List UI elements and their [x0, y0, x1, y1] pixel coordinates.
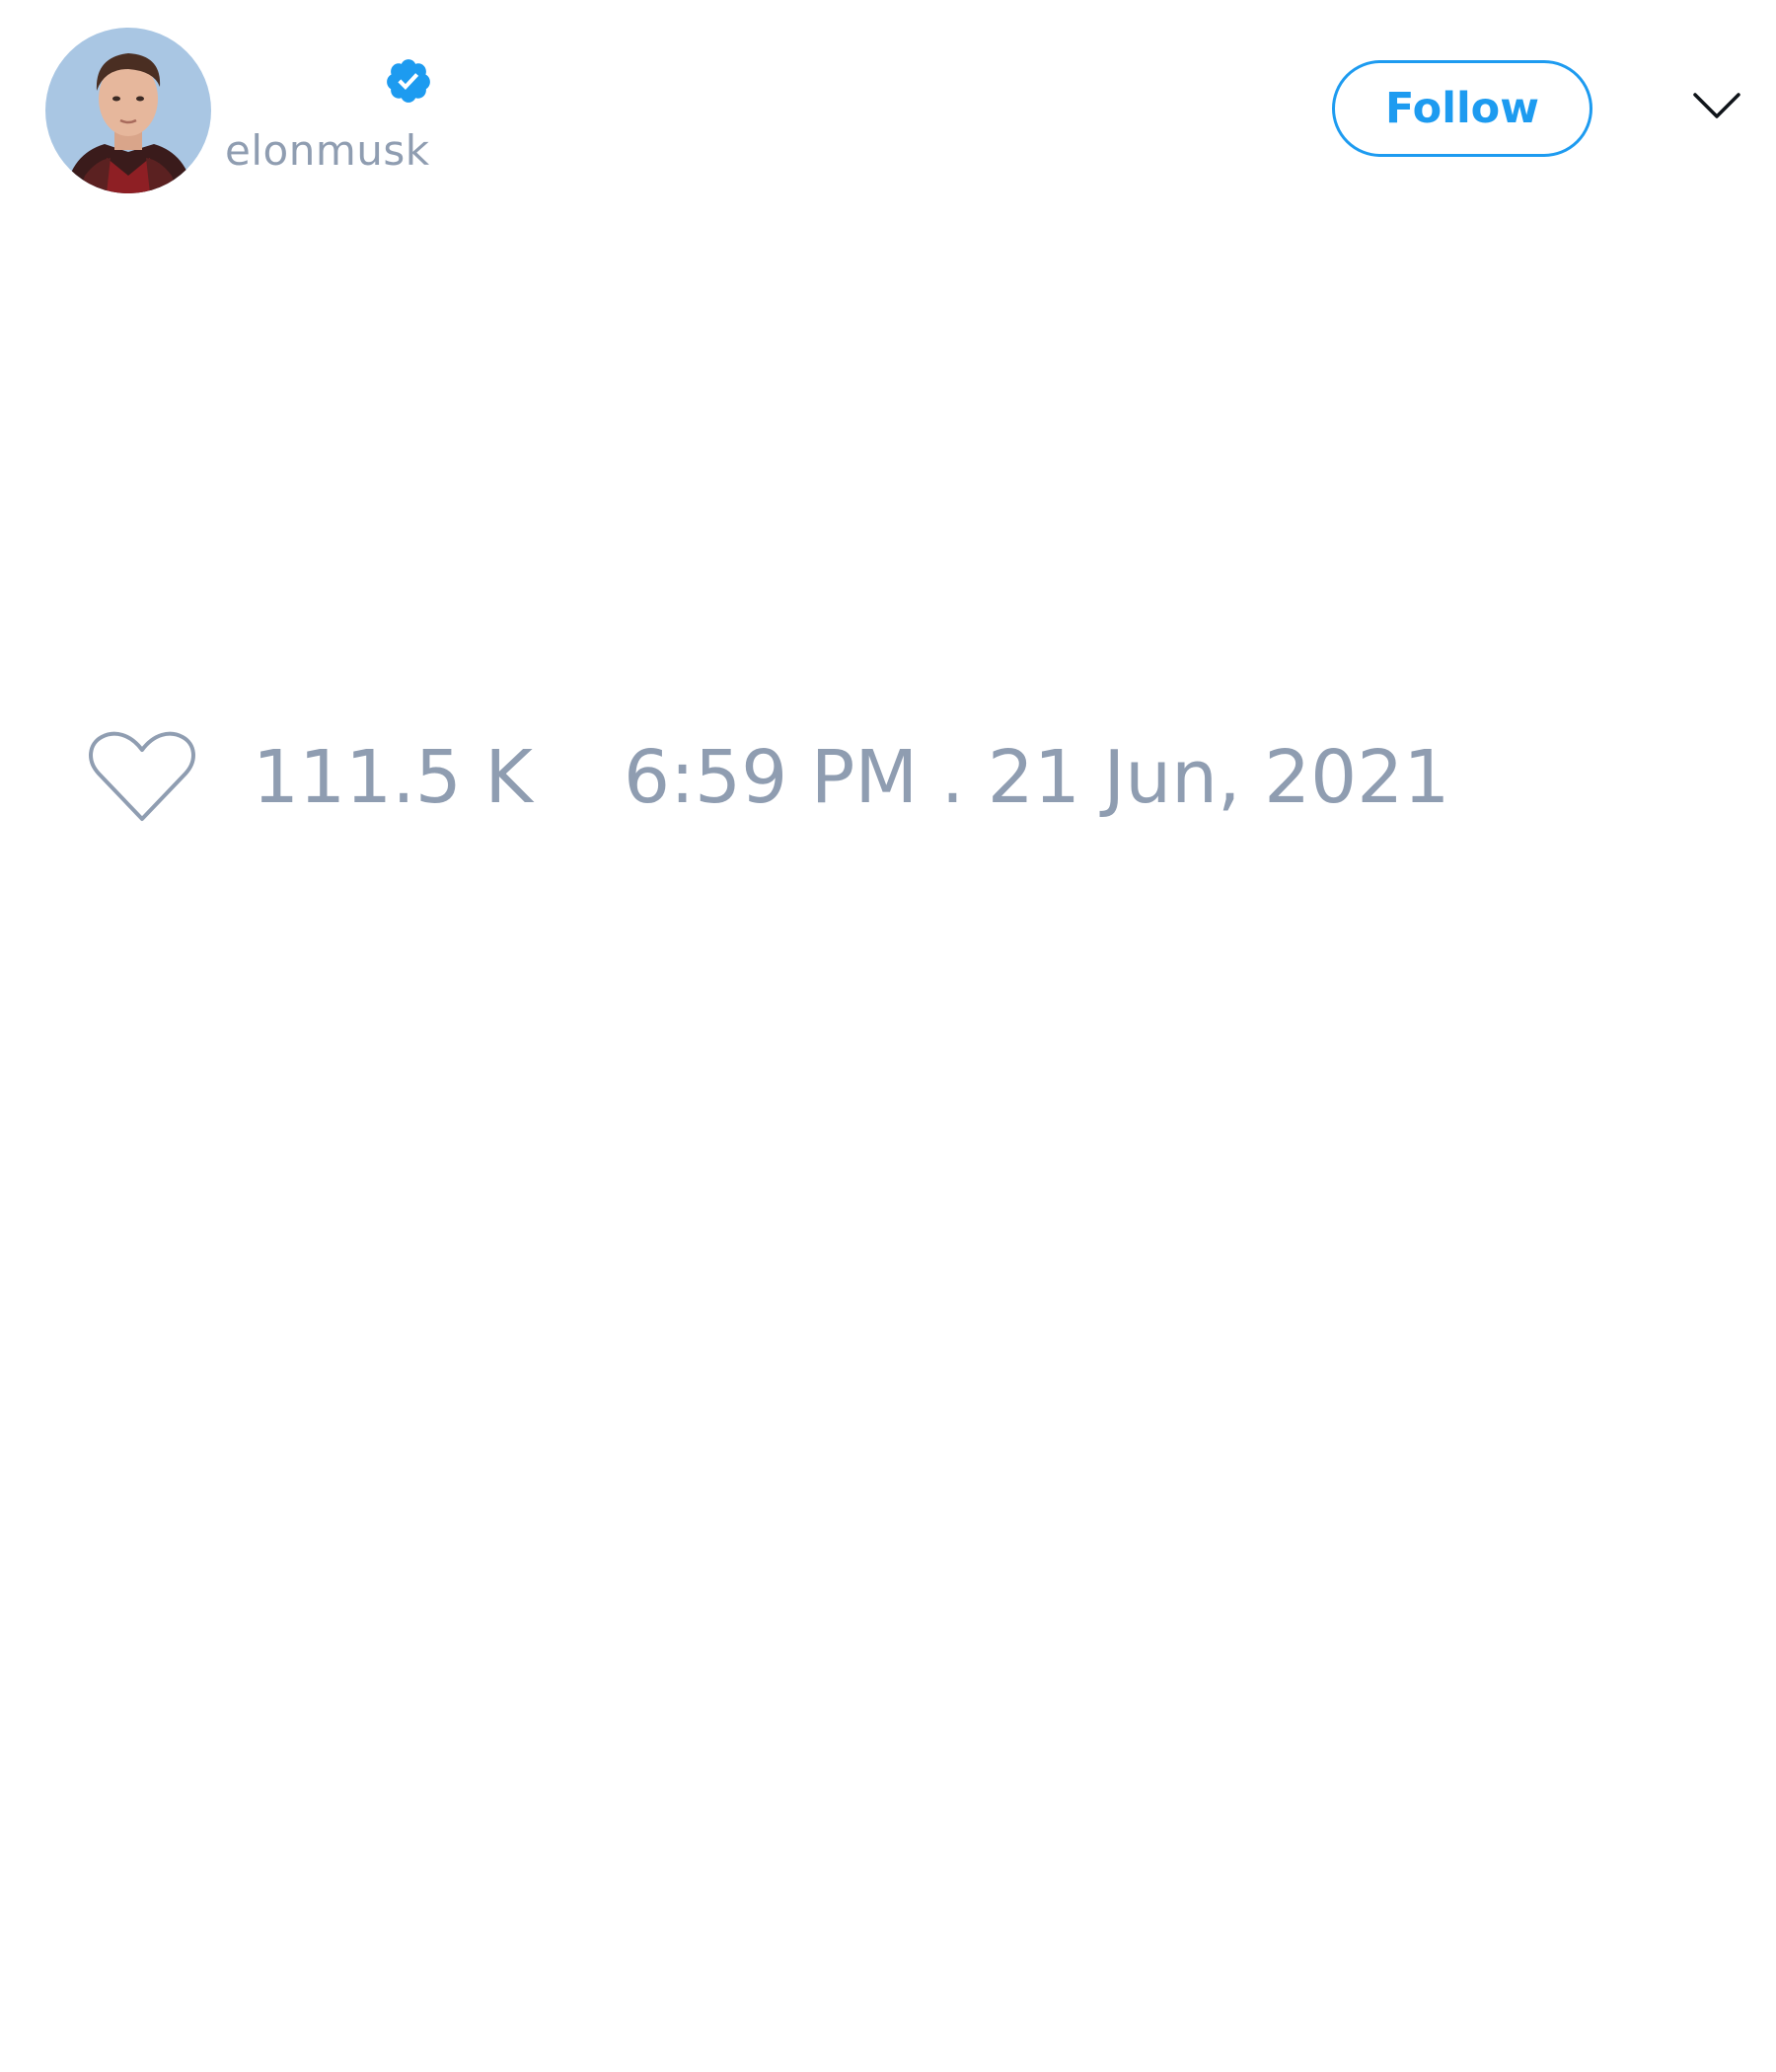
verified-badge-icon: [384, 56, 433, 106]
tweet-timestamp[interactable]: 6:59 PM . 21 Jun, 2021: [624, 736, 1449, 819]
chevron-down-icon[interactable]: [1689, 87, 1744, 126]
follow-button[interactable]: Follow: [1332, 60, 1592, 157]
user-handle[interactable]: elonmusk: [225, 125, 430, 177]
avatar[interactable]: [45, 28, 211, 193]
heart-icon[interactable]: [87, 728, 197, 827]
tweet-card: elonmusk Follow 111.5 K 6:59 PM . 21 Jun…: [0, 0, 1776, 2072]
profile-photo-icon: [45, 28, 211, 193]
like-count: 111.5 K: [253, 735, 533, 820]
